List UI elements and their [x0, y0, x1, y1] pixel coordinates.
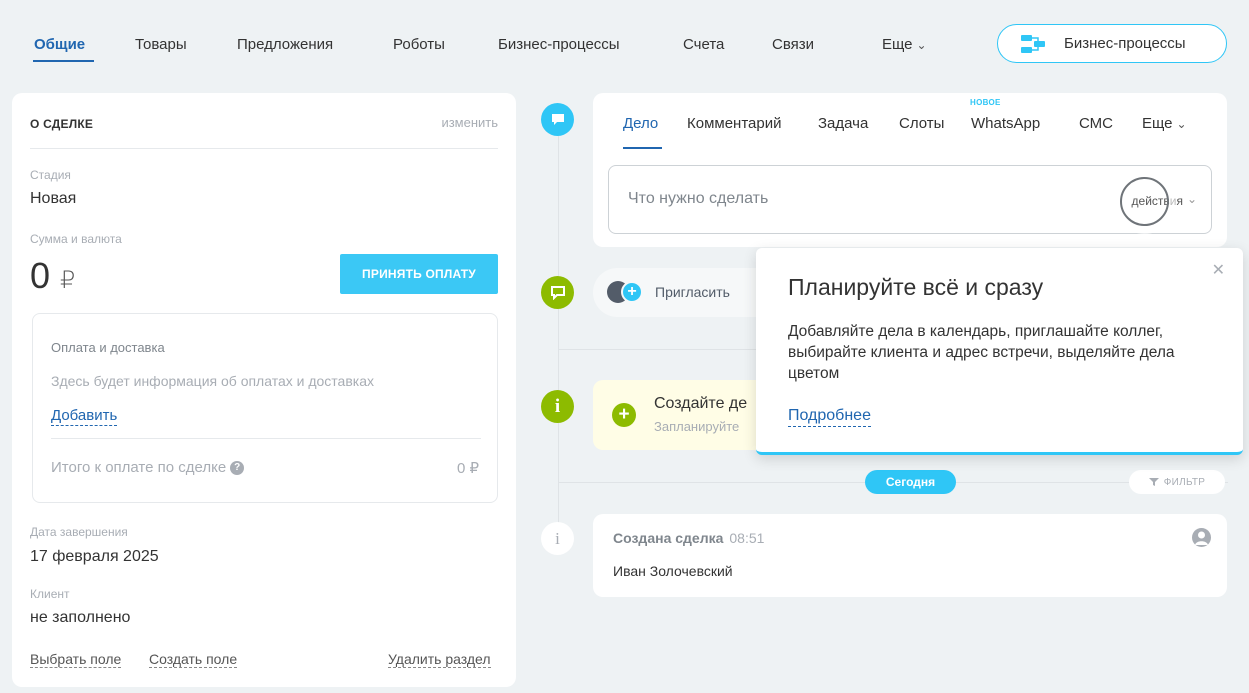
activity-editor: Дело Комментарий Задача Слоты НОВОЕ What…	[593, 93, 1227, 247]
history-time: 08:51	[729, 530, 765, 546]
onboarding-popup: ✕ Планируйте всё и сразу Добавляйте дела…	[756, 248, 1243, 455]
divider	[51, 438, 481, 439]
currency-symbol: ₽	[60, 267, 76, 294]
history-user[interactable]: Иван Золочевский	[613, 563, 733, 579]
plus-icon: +	[612, 403, 636, 427]
top-tabs-bar: Общие Товары Предложения Роботы Бизнес-п…	[0, 0, 1249, 86]
editor-more-label: Еще	[1142, 115, 1173, 132]
tab-invoices[interactable]: Счета	[683, 36, 724, 53]
editor-tab-underline	[623, 147, 662, 149]
tab-more-label: Еще	[882, 36, 913, 53]
timeline-branch	[558, 349, 758, 350]
tab-robots[interactable]: Роботы	[393, 36, 445, 53]
create-subtitle: Запланируйте	[654, 419, 740, 434]
delete-section-link[interactable]: Удалить раздел	[388, 651, 491, 668]
create-field-link[interactable]: Создать поле	[149, 651, 238, 668]
total-label-text: Итого к оплате по сделке	[51, 459, 227, 476]
tab-more[interactable]: Еще ⌄	[882, 36, 927, 53]
tab-products[interactable]: Товары	[135, 36, 187, 53]
bizproc-button[interactable]: Бизнес-процессы	[997, 24, 1227, 63]
edit-link[interactable]: изменить	[441, 115, 498, 130]
payment-total-label: Итого к оплате по сделке ?	[51, 459, 245, 476]
info-icon: i	[541, 390, 574, 423]
popup-text: Добавляйте дела в календарь, приглашайте…	[788, 323, 1175, 382]
today-badge: Сегодня	[865, 470, 956, 494]
timeline-line	[558, 115, 559, 545]
chevron-down-icon: ⌄	[1176, 117, 1187, 131]
invite-label: Пригласить	[655, 284, 730, 300]
tab-general[interactable]: Общие	[34, 36, 85, 53]
bizproc-button-label: Бизнес-процессы	[1064, 35, 1186, 52]
filter-label: ФИЛЬТР	[1163, 476, 1206, 488]
amount-label: Сумма и валюта	[30, 232, 122, 246]
new-badge: НОВОЕ	[970, 98, 1001, 107]
tab-sms[interactable]: СМС	[1079, 115, 1113, 132]
history-title-text: Создана сделка	[613, 530, 724, 546]
tab-links[interactable]: Связи	[772, 36, 814, 53]
select-field-link[interactable]: Выбрать поле	[30, 651, 122, 668]
bizproc-icon	[1020, 34, 1046, 54]
filter-icon	[1148, 478, 1159, 486]
tab-bizproc[interactable]: Бизнес-процессы	[498, 36, 620, 53]
tab-whatsapp[interactable]: WhatsApp	[971, 115, 1040, 132]
payment-info: Здесь будет информация об оплатах и дост…	[51, 373, 374, 389]
popup-title: Планируйте всё и сразу	[788, 274, 1044, 300]
tab-comment[interactable]: Комментарий	[687, 115, 781, 132]
tab-editor-more[interactable]: Еще ⌄	[1142, 115, 1187, 132]
deal-section-title: О СДЕЛКЕ	[30, 117, 94, 131]
history-title: Создана сделка 08:51	[613, 530, 764, 546]
create-title: Создайте де	[654, 395, 748, 412]
payment-total-value: 0 ₽	[456, 460, 479, 477]
add-payment-link[interactable]: Добавить	[51, 407, 118, 426]
close-icon[interactable]: ✕	[1212, 260, 1225, 280]
accept-payment-button[interactable]: ПРИНЯТЬ ОПЛАТУ	[340, 254, 498, 294]
plus-icon: +	[621, 281, 643, 303]
tab-active-underline	[33, 60, 94, 62]
comment-icon	[541, 276, 574, 309]
deal-info-card: О СДЕЛКЕ изменить Стадия Новая Сумма и в…	[12, 93, 516, 687]
task-input-placeholder: Что нужно сделать	[628, 190, 769, 207]
client-value[interactable]: не заполнено	[30, 609, 130, 627]
help-icon[interactable]: ?	[230, 460, 245, 475]
history-info-icon: i	[541, 522, 574, 555]
tab-offers[interactable]: Предложения	[237, 36, 333, 53]
avatar-icon[interactable]	[1192, 528, 1211, 547]
client-label: Клиент	[30, 587, 70, 601]
divider	[30, 148, 498, 149]
learn-more-link[interactable]: Подробнее	[788, 406, 871, 427]
filter-button[interactable]: ФИЛЬТР	[1129, 470, 1225, 494]
history-item: Создана сделка 08:51 Иван Золочевский	[593, 514, 1227, 597]
payment-title: Оплата и доставка	[51, 340, 165, 355]
amount-number: 0	[30, 255, 51, 296]
stage-label: Стадия	[30, 168, 71, 182]
tab-todo[interactable]: Задача	[818, 115, 868, 132]
chat-icon	[541, 103, 574, 136]
chevron-down-icon: ⌄	[1186, 192, 1197, 206]
payment-delivery-box: Оплата и доставка Здесь будет информация…	[32, 313, 498, 503]
amount-value: 0 ₽	[30, 255, 75, 297]
tab-slots[interactable]: Слоты	[899, 115, 944, 132]
task-input[interactable]: Что нужно сделать действия ⌄	[608, 165, 1212, 234]
chevron-down-icon: ⌄	[916, 38, 927, 52]
close-date-value[interactable]: 17 февраля 2025	[30, 548, 159, 566]
close-date-label: Дата завершения	[30, 525, 128, 539]
highlight-ring	[1120, 177, 1169, 226]
stage-value[interactable]: Новая	[30, 190, 76, 208]
tab-task[interactable]: Дело	[623, 115, 658, 132]
